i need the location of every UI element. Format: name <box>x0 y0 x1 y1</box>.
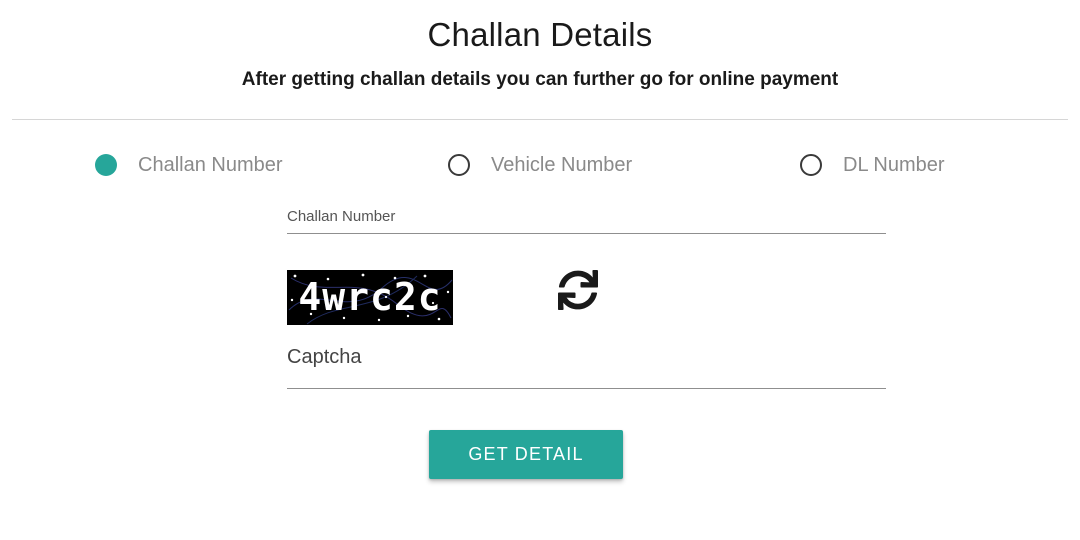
page-title: Challan Details <box>427 16 653 53</box>
radio-option-dl-number[interactable]: DL Number <box>800 150 945 180</box>
radio-label-dl-number: DL Number <box>843 153 945 176</box>
radio-option-vehicle-number[interactable]: Vehicle Number <box>448 150 632 180</box>
get-detail-button[interactable]: GET DETAIL <box>429 430 623 479</box>
captcha-field: Captcha <box>287 343 886 389</box>
radio-unchecked-icon[interactable] <box>448 154 470 176</box>
radio-unchecked-icon[interactable] <box>800 154 822 176</box>
refresh-captcha-button[interactable] <box>558 270 598 310</box>
challan-number-field: Challan Number <box>287 205 886 234</box>
radio-checked-icon[interactable] <box>95 154 117 176</box>
captcha-input[interactable] <box>287 343 886 388</box>
radio-option-challan-number[interactable]: Challan Number <box>95 150 283 180</box>
refresh-icon[interactable] <box>558 270 598 310</box>
captcha-text: 4wrc2c <box>298 275 442 319</box>
captcha-image: 4wrc2c <box>287 270 453 325</box>
header-divider <box>12 119 1068 120</box>
radio-label-challan-number: Challan Number <box>138 153 283 176</box>
radio-label-vehicle-number: Vehicle Number <box>491 153 633 176</box>
page-subtitle: After getting challan details you can fu… <box>241 69 839 90</box>
challan-number-input[interactable] <box>287 205 886 233</box>
